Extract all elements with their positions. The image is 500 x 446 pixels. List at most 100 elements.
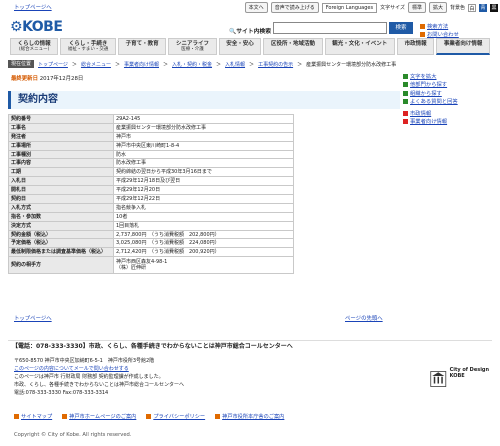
breadcrumb-item[interactable]: 入札情報 [225, 61, 245, 68]
site-search-label: 🔍サイト内検索 [229, 29, 272, 35]
bg-color-label: 背景色 [449, 5, 465, 11]
table-key: 入札日 [8, 176, 114, 187]
breadcrumb-item[interactable]: 入札・契約・税金 [172, 61, 212, 68]
table-value: 契約締結の翌日から平成30年3月16日まで [113, 167, 294, 178]
site-guide-link[interactable]: 神戸市ホームページのご案内 [69, 414, 136, 420]
logo-text: KOBE [22, 19, 63, 35]
table-value: 防水改修工事 [113, 158, 294, 169]
nav-item-senior[interactable]: シニアライフ 医療・介護 [168, 38, 217, 55]
table-key: 工事名 [8, 122, 114, 133]
city-of-design-label: City of Design KOBE [449, 367, 490, 379]
table-value: 平成29年12月18日及び翌日 [113, 176, 294, 187]
utility-bar: 本文へ 音声で読み上げる Foreign Languages 文字サイズ 標準 … [244, 2, 498, 13]
breadcrumb-item[interactable]: 総合メニュー [81, 61, 111, 68]
unesco-icon [430, 371, 447, 387]
table-key: 開札日 [8, 185, 114, 196]
table-value: 神戸市中央区東川崎町1-8-4 [113, 140, 294, 151]
search-help-link[interactable]: 検索方法 [427, 24, 448, 30]
table-row: 指名・参加数 10者 [8, 211, 294, 222]
nav-item-childcare[interactable]: 子育て・教育 [118, 38, 167, 55]
table-row: 工事場所 神戸市中央区東川崎町1-8-4 [8, 140, 294, 151]
side-link[interactable]: 文字を拡大 [410, 74, 437, 80]
table-row: 入札日 平成29年12月18日及び翌日 [8, 176, 294, 187]
privacy-policy-link[interactable]: プライバシーポリシー [153, 414, 205, 420]
table-key: 工事場所 [8, 140, 114, 151]
search-links: 検索方法 お問い合わせ [420, 23, 459, 39]
to-content-link[interactable]: 本文へ [244, 2, 268, 13]
last-updated: 最終更新日 2017年12月28日 [11, 76, 84, 82]
page-title: 契約内容 [8, 91, 400, 109]
skip-to-top-link[interactable]: トップページへ [14, 3, 52, 11]
table-key: 工事内容 [8, 158, 114, 169]
mail-inquiry-link[interactable]: このページの内容についてメールで問い合わせする [14, 366, 129, 372]
table-key: 契約の相手方 [8, 256, 114, 275]
kobe-logo[interactable]: ⚙KOBE [10, 19, 63, 35]
breadcrumb-label: 現在位置 [8, 60, 35, 68]
table-row: 工事種別 防水 [8, 149, 294, 160]
bg-black-button[interactable]: 黒 [490, 3, 498, 12]
table-row: 工事内容 防水改修工事 [8, 158, 294, 169]
breadcrumb-item[interactable]: 事業者向け情報 [124, 61, 159, 68]
nav-item-safety[interactable]: 安全・安心 [218, 38, 262, 55]
table-row: 工事名 産業振興センター環境部分防水改修工事 [8, 122, 294, 133]
nav-item-ward[interactable]: 区役所・地域活動 [263, 38, 323, 55]
search-button[interactable]: 検索 [389, 22, 413, 34]
side-link[interactable]: よくある質問と回答 [410, 99, 458, 105]
table-value: 10者 [113, 211, 294, 222]
city-hall-guide-link[interactable]: 神戸市役所本庁舎のご案内 [222, 414, 284, 420]
breadcrumb-item[interactable]: 工事契約の告示 [258, 61, 293, 68]
table-value: 神戸市西区森友4-98-1 （株）匠伸研 [113, 256, 294, 275]
nav-item-business[interactable]: 事業者向け情報 [436, 38, 491, 55]
breadcrumb-current: 産業振興センター環境部分防水改修工事 [306, 61, 397, 68]
table-value: 平成29年12月20日 [113, 185, 294, 196]
font-size-enlarge-button[interactable]: 拡大 [428, 2, 447, 13]
table-value: 1回目落札 [113, 220, 294, 231]
table-row: 予定価格（税込） 3,025,080円 （うち消費税額 224,080円） [8, 238, 294, 249]
font-size-label: 文字サイズ [380, 5, 405, 11]
side-link[interactable]: 他部門から探す [410, 82, 447, 88]
side-link[interactable]: 組織から探す [410, 91, 442, 97]
global-nav: くらしの情報 (総合メニュー) くらし・手続き 福祉・すまい・交通 子育て・教育 シ… [10, 38, 491, 55]
nav-item-living-info[interactable]: くらしの情報 (総合メニュー) [10, 38, 59, 55]
unesco-city-of-design-logo: City of Design KOBE [430, 367, 492, 395]
call-center-note: 市政、くらし、各種手続きでわからないことは神戸市総合コールセンターへ [14, 382, 185, 388]
table-row: 契約の相手方 神戸市西区森友4-98-1 （株）匠伸研 [8, 256, 294, 275]
nav-item-city-info[interactable]: 市政情報 [396, 38, 435, 55]
side-links: 文字を拡大 他部門から探す 組織から探す よくある質問と回答 市政情報 事業者向… [403, 73, 493, 127]
table-value: 産業振興センター環境部分防水改修工事 [113, 122, 294, 133]
table-value: 指名競争入札 [113, 202, 294, 213]
table-key: 予定価格（税込） [8, 238, 114, 249]
table-value: 神戸市 [113, 131, 294, 142]
table-row: 入札方式 指名競争入札 [8, 202, 294, 213]
font-size-standard-button[interactable]: 標準 [407, 2, 426, 13]
page-top-link[interactable]: ページの先頭へ [345, 314, 383, 322]
table-value: 2,737,800円 （うち消費税額 202,800円） [113, 229, 294, 240]
back-to-top-link[interactable]: トップページへ [14, 314, 52, 322]
table-key: 決定方式 [8, 220, 114, 231]
nav-item-procedures[interactable]: くらし・手続き 福祉・すまい・交通 [60, 38, 117, 55]
bg-white-button[interactable]: 白 [468, 3, 476, 12]
table-value: 平成29年12月22日 [113, 194, 294, 204]
table-row: 決定方式 1回目落札 [8, 220, 294, 231]
copyright: Copyright © City of Kobe. All rights res… [14, 432, 132, 438]
table-row: 工期 契約締結の翌日から平成30年3月16日まで [8, 167, 294, 178]
call-center-bar: 【電話：078-333-3330】市政、くらし、各種手続きでわからないことは神戸… [8, 340, 492, 351]
bg-blue-button[interactable]: 青 [479, 3, 487, 12]
sitemap-link[interactable]: サイトマップ [21, 414, 52, 420]
search-input[interactable] [273, 22, 387, 34]
read-aloud-button[interactable]: 音声で読み上げる [270, 2, 319, 13]
author-note: このページは神戸市 行財政局 財務部 契約監理課が作成しました。 [14, 374, 164, 380]
nav-item-tourism[interactable]: 観光・文化・イベント [324, 38, 395, 55]
table-row: 契約金額（税込） 2,737,800円 （うち消費税額 202,800円） [8, 229, 294, 240]
language-select[interactable]: Foreign Languages [321, 2, 378, 13]
contract-table: 契約番号 29A2-145 工事名 産業振興センター環境部分防水改修工事 発注者 神戸市工… [8, 114, 294, 275]
breadcrumb-item[interactable]: トップページ [38, 61, 68, 68]
table-key: 発注者 [8, 131, 114, 142]
table-row: 契約日 平成29年12月22日 [8, 194, 294, 204]
side-link[interactable]: 事業者向け情報 [410, 119, 447, 125]
table-key: 工事種別 [8, 149, 114, 160]
table-key: 最低制限価格または調査基準価格（税込） [8, 247, 114, 258]
side-link[interactable]: 市政情報 [410, 111, 431, 117]
table-key: 契約日 [8, 194, 114, 204]
table-value: 29A2-145 [113, 114, 294, 124]
